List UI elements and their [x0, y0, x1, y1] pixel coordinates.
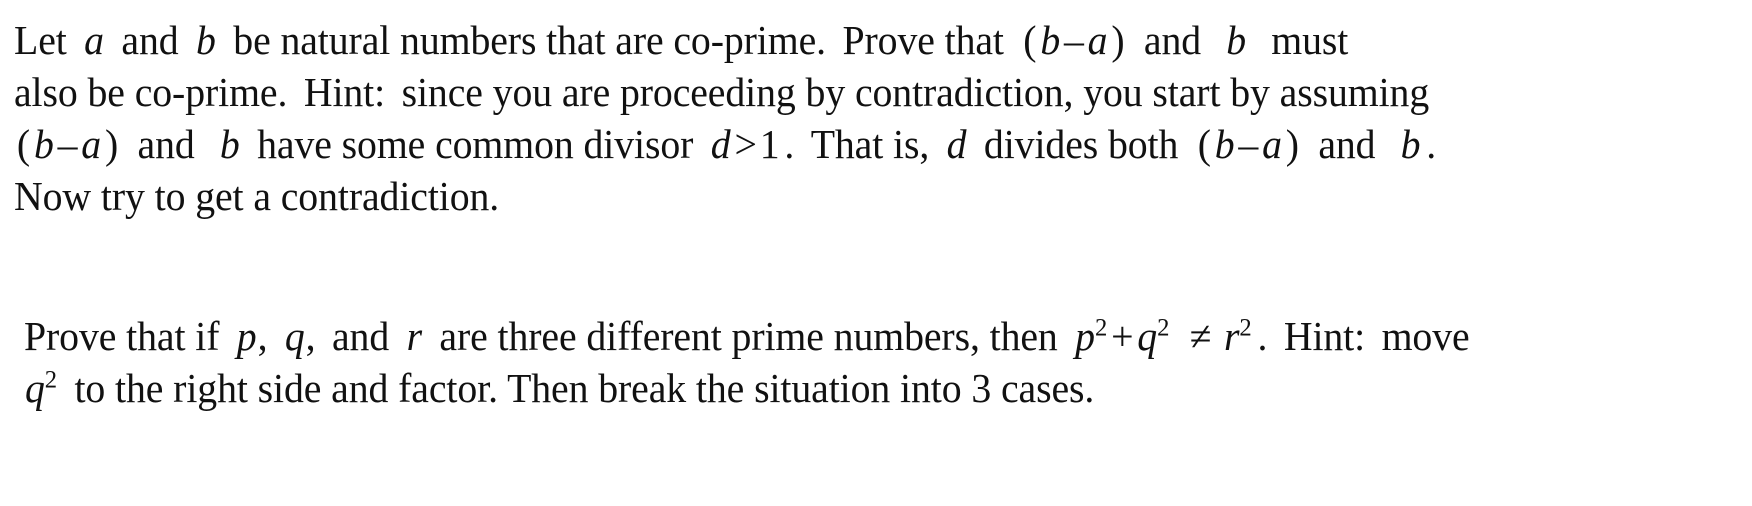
hint-label: Hint: — [1283, 313, 1366, 359]
math-variable-a: a — [84, 17, 104, 63]
not-equal-operator: ≠ — [1189, 313, 1212, 359]
math-variable-d: d — [710, 121, 731, 167]
comma: , — [257, 313, 268, 359]
problem-2-line-2: q2 to the right side and factor. Then bre… — [24, 362, 1470, 414]
paren-close: ) — [1285, 121, 1299, 167]
text-run: and — [1143, 17, 1202, 63]
greater-than-operator: > — [734, 121, 757, 167]
text-run: and — [1318, 121, 1376, 167]
problem-1-line-1: Let a and b be natural numbers that are co-p… — [14, 14, 1436, 66]
paren-close: ) — [1111, 17, 1125, 63]
text-run: must — [1271, 17, 1349, 63]
problem-2-line-1: Prove that if p, q, and r are three different… — [24, 310, 1470, 362]
exponent-2: 2 — [44, 365, 57, 394]
text-run: and — [121, 17, 179, 63]
minus-operator: – — [1063, 17, 1084, 63]
math-variable-p: p — [1075, 313, 1095, 359]
problem-1-line-3: (b–a) and b have some common divisor d>1. Tha… — [14, 118, 1436, 170]
math-variable-b: b — [196, 17, 216, 63]
text-run: and — [137, 121, 195, 167]
text-run: Prove that if — [24, 313, 220, 359]
paren-open: ( — [1023, 17, 1037, 63]
document-page: Let a and b be natural numbers that are co-p… — [0, 0, 1752, 506]
math-variable-b: b — [1226, 17, 1247, 63]
text-run: Prove that — [842, 17, 1004, 63]
exponent-2: 2 — [1157, 313, 1170, 342]
text-run: and — [331, 313, 390, 359]
problem-1-paragraph: Let a and b be natural numbers that are co-p… — [14, 14, 1436, 222]
period: . — [1426, 121, 1437, 167]
text-run: also be co-prime. — [14, 69, 288, 115]
minus-operator: – — [1238, 121, 1259, 167]
math-term-r-squared: r2 — [1223, 313, 1253, 359]
paren-open: ( — [1197, 121, 1211, 167]
math-variable-b: b — [1040, 17, 1061, 63]
text-run: move — [1381, 313, 1470, 359]
math-variable-b: b — [1400, 121, 1421, 167]
minus-operator: – — [57, 121, 78, 167]
math-variable-b: b — [1214, 121, 1235, 167]
text-run: to the right side and factor. Then break… — [74, 365, 1095, 411]
text-run: That is, — [810, 121, 930, 167]
comma: , — [305, 313, 316, 359]
problem-1-line-4: Now try to get a contradiction. — [14, 170, 1436, 222]
math-variable-q: q — [284, 313, 305, 359]
math-term-q-squared: q2 — [24, 365, 58, 411]
hint-label: Hint: — [303, 69, 386, 115]
math-variable-q: q — [1137, 313, 1158, 359]
math-variable-r: r — [406, 313, 422, 359]
number-one: 1 — [759, 121, 780, 167]
text-run: divides both — [983, 121, 1179, 167]
math-variable-p: p — [236, 313, 257, 359]
exponent-2: 2 — [1239, 313, 1252, 342]
math-variable-a: a — [81, 121, 102, 167]
plus-operator: + — [1111, 313, 1134, 359]
paren-open: ( — [16, 121, 31, 167]
text-run: are three different prime numbers, then — [439, 313, 1058, 359]
math-term-q-squared: q2 — [1136, 313, 1170, 359]
math-variable-b: b — [33, 121, 54, 167]
problem-2-paragraph: Prove that if p, q, and r are three different… — [24, 310, 1470, 414]
math-variable-d: d — [946, 121, 967, 167]
math-variable-a: a — [1262, 121, 1282, 167]
math-variable-b: b — [219, 121, 240, 167]
text-run: since you are proceeding by contradictio… — [401, 69, 1430, 115]
math-variable-a: a — [1087, 17, 1108, 63]
math-variable-r: r — [1224, 313, 1240, 359]
text-run: Let — [14, 17, 67, 63]
exponent-2: 2 — [1094, 313, 1108, 342]
paren-close: ) — [104, 121, 119, 167]
math-variable-q: q — [24, 365, 45, 411]
text-run: have some common divisor — [257, 121, 694, 167]
period: . — [784, 121, 795, 167]
problem-1-line-2: also be co-prime. Hint: since you are proc… — [14, 66, 1436, 118]
text-run: Now try to get a contradiction. — [14, 173, 500, 219]
math-term-p-squared: p2 — [1074, 313, 1108, 359]
text-run: be natural numbers that are co-prime. — [233, 17, 826, 63]
period: . — [1257, 313, 1268, 359]
